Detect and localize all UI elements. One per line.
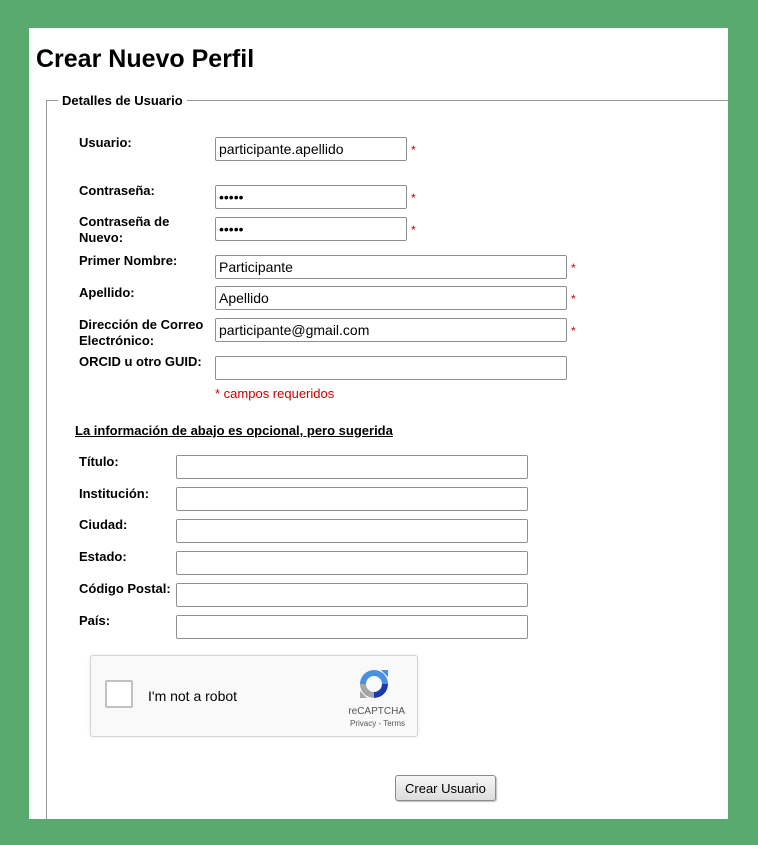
recaptcha-terms-link[interactable]: Terms	[383, 719, 405, 728]
form-panel: Crear Nuevo Perfil Detalles de Usuario U…	[29, 28, 728, 819]
email-input[interactable]	[215, 318, 567, 342]
email-label: Dirección de Correo Electrónico:	[79, 317, 203, 349]
orcid-label: ORCID u otro GUID:	[79, 354, 202, 369]
first-name-input[interactable]	[215, 255, 567, 279]
page-title: Crear Nuevo Perfil	[36, 45, 255, 73]
email-required-mark: *	[571, 324, 576, 338]
city-input[interactable]	[176, 519, 528, 543]
username-input[interactable]	[215, 137, 407, 161]
password-input[interactable]	[215, 185, 407, 209]
password-label: Contraseña:	[79, 183, 155, 198]
password-required-mark: *	[411, 191, 416, 205]
last-name-input[interactable]	[215, 286, 567, 310]
first-name-label: Primer Nombre:	[79, 253, 178, 268]
password-repeat-input[interactable]	[215, 217, 407, 241]
password-repeat-label: Contraseña de Nuevo:	[79, 214, 169, 246]
fieldset-legend: Detalles de Usuario	[60, 93, 185, 108]
postal-code-label: Código Postal:	[79, 581, 171, 596]
state-input[interactable]	[176, 551, 528, 575]
first-name-required-mark: *	[571, 261, 576, 275]
email-label-line1: Dirección de Correo	[79, 317, 204, 332]
orcid-input[interactable]	[215, 356, 567, 380]
optional-section-heading: La información de abajo es opcional, per…	[75, 423, 393, 438]
recaptcha-label: I'm not a robot	[148, 688, 238, 704]
institution-label: Institución:	[79, 486, 150, 501]
last-name-required-mark: *	[571, 292, 576, 306]
username-required-mark: *	[411, 143, 416, 157]
country-label: País:	[79, 613, 111, 628]
recaptcha-brand: reCAPTCHA	[348, 706, 405, 717]
recaptcha-widget: I'm not a robot reCAPTCHA Privacy - Term…	[90, 655, 418, 737]
country-input[interactable]	[176, 615, 528, 639]
password-repeat-label-line2: Nuevo:	[79, 230, 124, 245]
recaptcha-links: Privacy - Terms	[350, 719, 405, 728]
password-repeat-required-mark: *	[411, 223, 416, 237]
fieldset-border-top-right	[187, 100, 728, 101]
title-label: Título:	[79, 454, 119, 469]
create-user-button[interactable]: Crear Usuario	[395, 775, 496, 801]
required-fields-note: * campos requeridos	[215, 386, 335, 401]
fieldset-border-top-left	[46, 100, 58, 101]
state-label: Estado:	[79, 549, 127, 564]
institution-input[interactable]	[176, 487, 528, 511]
email-label-line2: Electrónico:	[79, 333, 155, 348]
city-label: Ciudad:	[79, 517, 128, 532]
last-name-label: Apellido:	[79, 285, 135, 300]
postal-code-input[interactable]	[176, 583, 528, 607]
recaptcha-logo-icon	[360, 670, 388, 698]
password-repeat-label-line1: Contraseña de	[79, 214, 170, 229]
fieldset-border-left	[46, 100, 47, 819]
recaptcha-privacy-link[interactable]: Privacy	[350, 719, 376, 728]
title-input[interactable]	[176, 455, 528, 479]
username-label: Usuario:	[79, 135, 132, 150]
recaptcha-checkbox[interactable]	[105, 680, 133, 708]
